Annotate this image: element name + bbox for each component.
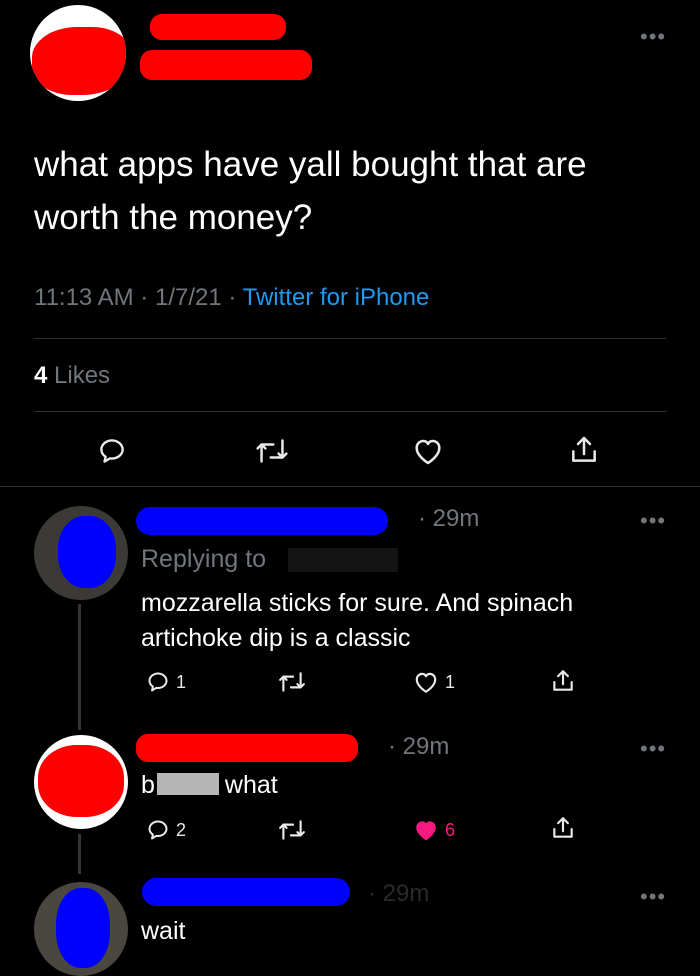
heart-filled-icon bbox=[416, 821, 436, 841]
main-tweet-avatar[interactable] bbox=[30, 5, 126, 101]
reply-time: · 29m bbox=[388, 733, 450, 760]
heart-icon bbox=[415, 672, 437, 693]
reply-button[interactable]: 2 bbox=[146, 818, 186, 842]
reply-time: · 29m bbox=[368, 880, 430, 907]
more-options-icon[interactable]: ••• bbox=[640, 736, 666, 762]
retweet-button[interactable] bbox=[278, 670, 306, 694]
tweet-metadata: 11:13 AM · 1/7/21 · Twitter for iPhone bbox=[34, 284, 430, 311]
reply-text: b what bbox=[141, 771, 278, 799]
divider bbox=[34, 338, 666, 339]
more-options-icon[interactable]: ••• bbox=[640, 884, 666, 910]
reply-avatar[interactable] bbox=[34, 882, 128, 976]
reply-time: · 29m bbox=[418, 505, 480, 532]
divider bbox=[34, 411, 666, 412]
tweet-date: 1/7/21 bbox=[154, 284, 222, 311]
thread-line bbox=[78, 834, 81, 874]
like-count: 1 bbox=[445, 671, 456, 692]
retweet-icon bbox=[279, 672, 305, 692]
reply-button[interactable]: 1 bbox=[146, 670, 186, 694]
retweet-button[interactable] bbox=[255, 436, 289, 466]
avatar-redaction bbox=[58, 516, 116, 588]
reply-count: 2 bbox=[176, 819, 187, 840]
share-button[interactable] bbox=[550, 668, 576, 694]
likes-summary[interactable]: 4 Likes bbox=[34, 362, 110, 390]
tweet-time: 11:13 AM bbox=[34, 284, 134, 311]
like-button[interactable] bbox=[412, 436, 444, 466]
reply-avatar[interactable] bbox=[34, 735, 128, 829]
reply-icon bbox=[148, 820, 168, 840]
share-icon bbox=[572, 436, 596, 462]
reply-count: 1 bbox=[176, 671, 187, 692]
username-redaction bbox=[140, 50, 312, 80]
share-icon bbox=[553, 670, 573, 691]
avatar-redaction bbox=[32, 27, 126, 95]
name-redaction bbox=[142, 878, 350, 906]
reply-text: mozzarella sticks for sure. And spinach … bbox=[141, 589, 574, 652]
name-redaction bbox=[136, 734, 358, 762]
avatar-redaction bbox=[56, 888, 110, 968]
reply-text: wait bbox=[141, 917, 186, 945]
share-button[interactable] bbox=[550, 815, 576, 841]
censor-box bbox=[156, 773, 219, 795]
replying-to-label: Replying to bbox=[141, 545, 267, 573]
heart-icon bbox=[415, 439, 441, 465]
reply-avatar[interactable] bbox=[34, 506, 128, 600]
like-button[interactable]: 1 bbox=[413, 670, 455, 694]
more-options-icon[interactable]: ••• bbox=[640, 508, 666, 534]
tweet-source-link[interactable]: Twitter for iPhone bbox=[243, 284, 430, 311]
like-button[interactable]: 6 bbox=[413, 818, 455, 842]
retweet-button[interactable] bbox=[278, 818, 306, 842]
display-name-redaction bbox=[150, 14, 286, 40]
like-count: 6 bbox=[445, 819, 456, 840]
name-redaction bbox=[136, 507, 388, 535]
avatar-redaction bbox=[38, 745, 124, 817]
retweet-icon bbox=[256, 439, 288, 463]
tweet-text: what apps have yall bought that are wort… bbox=[34, 145, 587, 237]
share-button[interactable] bbox=[568, 434, 600, 466]
reply-button[interactable] bbox=[97, 436, 127, 466]
reply-icon bbox=[148, 672, 168, 692]
likes-count: 4 bbox=[34, 362, 48, 389]
more-options-icon[interactable]: ••• bbox=[640, 24, 666, 50]
retweet-icon bbox=[279, 820, 305, 840]
share-icon bbox=[553, 817, 573, 838]
thread-line bbox=[78, 604, 81, 730]
reply-icon bbox=[100, 439, 124, 463]
handle-redaction bbox=[288, 548, 398, 572]
divider bbox=[0, 486, 700, 487]
likes-label: Likes bbox=[54, 362, 111, 389]
